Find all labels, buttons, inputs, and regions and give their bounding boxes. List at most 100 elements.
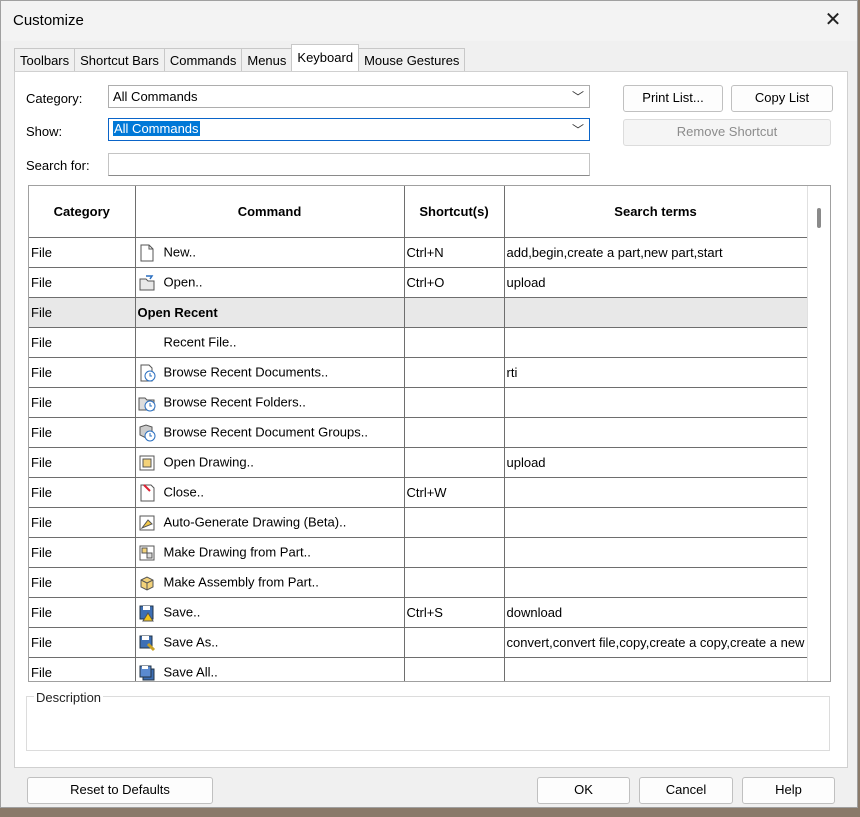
table-row[interactable]: File Auto-Generate Drawing (Beta)..: [29, 507, 808, 538]
cell-search-terms[interactable]: [504, 387, 808, 418]
cell-category: File: [29, 297, 136, 328]
cell-command: Recent File..: [135, 327, 405, 358]
table-row[interactable]: File Close.. Ctrl+W: [29, 477, 808, 508]
cell-search-terms[interactable]: [504, 507, 808, 538]
tab-commands[interactable]: Commands: [163, 48, 243, 71]
cell-shortcut[interactable]: Ctrl+W: [404, 477, 505, 508]
cell-search-terms[interactable]: convert,convert file,copy,create a copy,…: [504, 627, 808, 658]
tab-mouse-gestures[interactable]: Mouse Gestures: [358, 48, 466, 71]
table-row[interactable]: File Open Drawing.. upload: [29, 447, 808, 478]
header-search-terms[interactable]: Search terms: [504, 186, 808, 238]
table-row[interactable]: File New.. Ctrl+N add,begin,create a part,n…: [29, 237, 808, 268]
cell-shortcut[interactable]: [404, 657, 505, 681]
cell-category: File: [29, 537, 136, 568]
cell-category: File: [29, 627, 136, 658]
cell-category: File: [29, 417, 136, 448]
cell-category: File: [29, 237, 136, 268]
commands-table: Category Command Shortcut(s) Search term…: [28, 185, 831, 682]
table-row[interactable]: File Browse Recent Document Groups..: [29, 417, 808, 448]
ok-button[interactable]: OK: [537, 777, 630, 804]
close-icon[interactable]: ✕: [819, 9, 847, 33]
remove-shortcut-button[interactable]: Remove Shortcut: [623, 119, 831, 146]
table-row[interactable]: File Save.. Ctrl+S download: [29, 597, 808, 628]
cell-shortcut[interactable]: [404, 447, 505, 478]
cell-search-terms[interactable]: rti: [504, 357, 808, 388]
cell-shortcut[interactable]: [404, 567, 505, 598]
window-title: Customize: [13, 12, 84, 29]
vertical-scrollbar[interactable]: [807, 186, 830, 681]
cell-command: Save..: [135, 597, 405, 628]
command-label: Save All..: [163, 663, 218, 679]
cell-shortcut[interactable]: Ctrl+S: [404, 597, 505, 628]
search-input[interactable]: [108, 153, 590, 176]
cell-search-terms[interactable]: [504, 477, 808, 508]
cell-search-terms[interactable]: download: [504, 597, 808, 628]
table-row[interactable]: File Browse Recent Documents.. rti: [29, 357, 808, 388]
cell-shortcut[interactable]: [404, 537, 505, 568]
table-row[interactable]: File Open.. Ctrl+O upload: [29, 267, 808, 298]
scrollbar-thumb[interactable]: [817, 208, 821, 228]
command-label: Browse Recent Document Groups..: [163, 423, 368, 439]
cell-shortcut[interactable]: Ctrl+O: [404, 267, 505, 298]
cell-search-terms[interactable]: [504, 537, 808, 568]
tab-keyboard[interactable]: Keyboard: [291, 44, 360, 71]
close-document-icon: [138, 483, 156, 502]
recent-documents-icon: [138, 364, 156, 382]
cell-category: File: [29, 657, 136, 681]
open-drawing-icon: [138, 454, 156, 472]
table-row[interactable]: File Save All..: [29, 657, 808, 681]
table-row[interactable]: File Browse Recent Folders..: [29, 387, 808, 418]
cell-category: File: [29, 327, 136, 358]
show-label: Show:: [26, 124, 63, 139]
cell-shortcut[interactable]: [404, 297, 505, 328]
cell-command: Open Drawing..: [135, 447, 405, 478]
header-shortcuts[interactable]: Shortcut(s): [404, 186, 505, 238]
table-row[interactable]: File Make Drawing from Part..: [29, 537, 808, 568]
commands-grid: Category Command Shortcut(s) Search term…: [29, 186, 808, 681]
cell-search-terms[interactable]: add,begin,create a part,new part,start: [504, 237, 808, 268]
show-select-value: All Commands: [113, 121, 200, 136]
cell-shortcut[interactable]: [404, 327, 505, 358]
table-row[interactable]: File Open Recent: [29, 297, 808, 328]
table-row[interactable]: File Save As.. convert,convert file,copy,c…: [29, 627, 808, 658]
table-row[interactable]: File Make Assembly from Part..: [29, 567, 808, 598]
command-label: Save As..: [163, 633, 219, 649]
cell-command: New..: [135, 237, 405, 268]
cell-search-terms[interactable]: [504, 327, 808, 358]
cell-shortcut[interactable]: [404, 357, 505, 388]
chevron-down-icon: ﹀: [571, 90, 584, 104]
command-label: Open..: [163, 273, 203, 289]
tab-shortcut-bars[interactable]: Shortcut Bars: [74, 48, 165, 71]
search-label: Search for:: [26, 158, 90, 173]
cell-search-terms[interactable]: upload: [504, 447, 808, 478]
cell-command: Save All..: [135, 657, 405, 681]
tab-menus[interactable]: Menus: [241, 48, 293, 71]
cell-shortcut[interactable]: [404, 387, 505, 418]
cell-shortcut[interactable]: [404, 507, 505, 538]
header-category[interactable]: Category: [29, 186, 136, 238]
category-select[interactable]: All Commands ﹀: [108, 85, 590, 108]
print-list-button[interactable]: Print List...: [623, 85, 723, 112]
description-box: [26, 696, 830, 751]
tab-toolbars[interactable]: Toolbars: [14, 48, 76, 71]
header-command[interactable]: Command: [135, 186, 405, 238]
cell-shortcut[interactable]: [404, 417, 505, 448]
show-select[interactable]: All Commands ﹀: [108, 118, 590, 141]
cell-search-terms[interactable]: [504, 657, 808, 681]
cell-shortcut[interactable]: Ctrl+N: [404, 237, 505, 268]
table-row[interactable]: File Recent File..: [29, 327, 808, 358]
help-button[interactable]: Help: [742, 777, 835, 804]
chevron-down-icon: ﹀: [571, 123, 584, 137]
cell-search-terms[interactable]: [504, 417, 808, 448]
cell-search-terms[interactable]: [504, 297, 808, 328]
cancel-button[interactable]: Cancel: [639, 777, 733, 804]
category-label: Category:: [26, 91, 83, 106]
cell-shortcut[interactable]: [404, 627, 505, 658]
tab-strip: Toolbars Shortcut Bars Commands Menus Keyboa…: [14, 44, 466, 71]
cell-search-terms[interactable]: upload: [504, 267, 808, 298]
copy-list-button[interactable]: Copy List: [731, 85, 833, 112]
cell-command: Make Assembly from Part..: [135, 567, 405, 598]
cell-search-terms[interactable]: [504, 567, 808, 598]
reset-defaults-button[interactable]: Reset to Defaults: [27, 777, 213, 804]
cell-command: Close..: [135, 477, 405, 508]
